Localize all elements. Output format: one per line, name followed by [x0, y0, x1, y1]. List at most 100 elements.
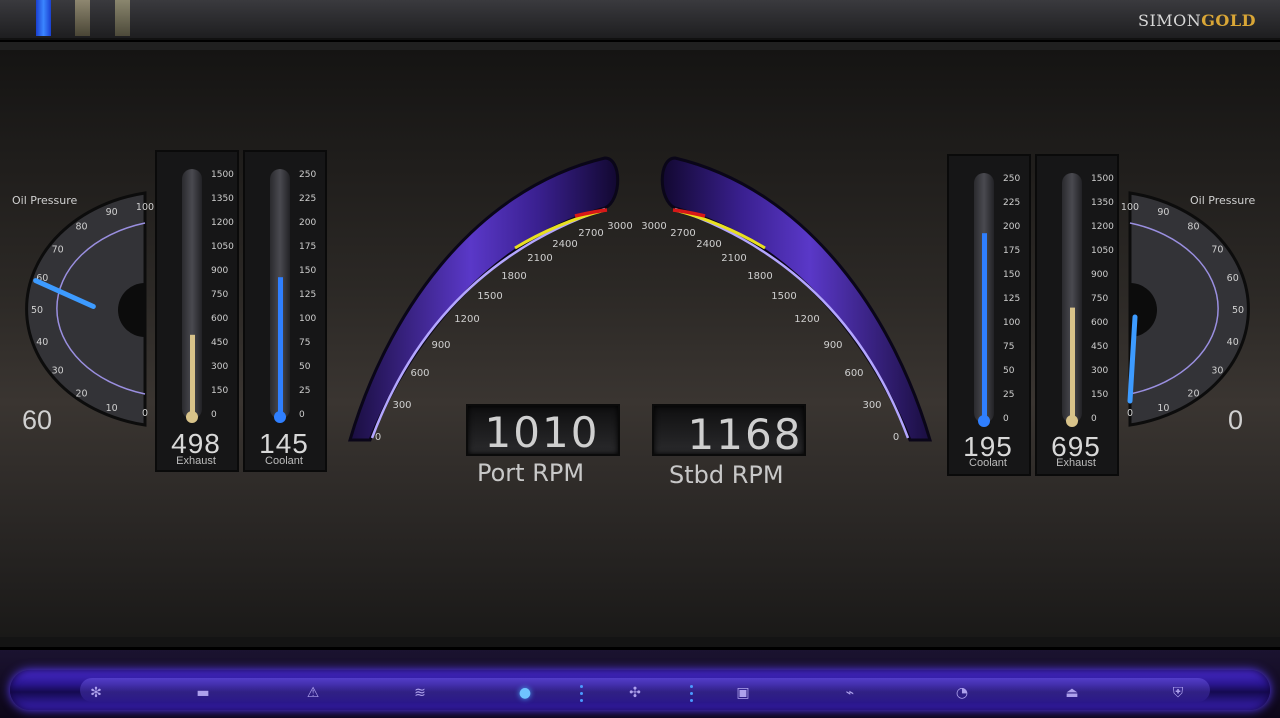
fan-icon[interactable]: ✻ — [85, 681, 107, 705]
right-exhaust-tick: 1200 — [1091, 222, 1114, 232]
port-rpm-tick: 2400 — [552, 239, 577, 250]
stbd-rpm-tick: 1800 — [747, 271, 772, 282]
port-rpm-tick: 3000 — [607, 221, 632, 232]
right-coolant-label: Coolant — [969, 457, 1007, 469]
plug-icon[interactable]: ⌁ — [839, 681, 861, 705]
stbd-rpm-tick: 3000 — [641, 221, 666, 232]
left-coolant-tick: 25 — [299, 386, 310, 396]
right-exhaust-fill — [1070, 307, 1075, 418]
nav-separator — [690, 683, 694, 703]
boat-icon[interactable]: ⏏ — [1061, 681, 1083, 705]
left-coolant-tick: 75 — [299, 338, 310, 348]
left-exhaust-tick: 1500 — [211, 170, 234, 180]
shield-icon[interactable]: ⛨ — [1167, 681, 1189, 705]
oil-tick-label: 70 — [52, 244, 64, 255]
left-exhaust-tick: 300 — [211, 362, 228, 372]
stbd-rpm-tick: 1200 — [794, 314, 819, 325]
left-exhaust-tick: 600 — [211, 314, 228, 324]
propeller-icon[interactable]: ✣ — [624, 681, 646, 705]
left-coolant-label: Coolant — [265, 455, 303, 467]
oil-tick-label: 50 — [31, 305, 43, 316]
oil-tick-label: 70 — [1211, 244, 1223, 255]
gauges-layer: 0 10 20 30 40 50 60 70 80 90 100 0 10 20 30 40 50 60 70 80… — [25, 150, 1250, 476]
oil-tick-label: 50 — [1232, 305, 1244, 316]
oil-tick-label: 100 — [136, 202, 154, 213]
port-rpm-tick: 600 — [410, 368, 429, 379]
left-exhaust-tick: 750 — [211, 290, 228, 300]
stbd-rpm-tick: 600 — [844, 368, 863, 379]
port-rpm-tick: 1500 — [477, 291, 502, 302]
right-exhaust-tick: 750 — [1091, 294, 1108, 304]
oil-tick-label: 10 — [1157, 403, 1169, 414]
oil-tick-label: 0 — [142, 408, 148, 419]
stbd-rpm-tick: 0 — [893, 432, 899, 443]
right-coolant-tick: 250 — [1003, 174, 1020, 184]
stbd-rpm-label: Stbd RPM — [669, 461, 784, 489]
oil-tick-label: 90 — [106, 207, 118, 218]
left-coolant-tick: 50 — [299, 362, 311, 372]
stbd-rpm-arc: 0 300 600 900 1200 1500 1800210024002700 3000 — [641, 156, 933, 443]
engine-icon[interactable]: ▣ — [732, 681, 754, 705]
left-exhaust-tick: 150 — [211, 386, 228, 396]
gauge-active-icon[interactable]: ● — [514, 681, 536, 705]
port-rpm-tick: 2100 — [527, 253, 552, 264]
right-coolant-bulb — [978, 415, 990, 427]
oil-tick-label: 20 — [75, 388, 87, 399]
port-rpm-tick: 2700 — [578, 228, 603, 239]
right-exhaust-tick: 1350 — [1091, 198, 1114, 208]
port-rpm-label: Port RPM — [477, 459, 585, 487]
oil-tick-label: 100 — [1121, 202, 1139, 213]
right-coolant-tick: 100 — [1003, 318, 1020, 328]
oil-tick-label: 30 — [52, 366, 64, 377]
left-exhaust-tick: 1050 — [211, 242, 234, 252]
right-oil-readout: 0 — [1228, 405, 1244, 435]
left-exhaust-tick: 0 — [211, 410, 217, 420]
stbd-rpm-tick: 2100 — [721, 253, 746, 264]
left-exhaust-tick: 1350 — [211, 194, 234, 204]
left-coolant-tick: 225 — [299, 194, 316, 204]
stbd-rpm-value: 1168 — [687, 410, 803, 459]
right-oil-title: Oil Pressure — [1190, 194, 1256, 207]
left-exhaust-fill — [190, 334, 195, 414]
right-oil-pressure-gauge: 0 10 20 30 40 50 60 70 80 90 100 — [1121, 191, 1250, 427]
right-coolant-tick: 125 — [1003, 294, 1020, 304]
stbd-rpm-tick: 2700 — [670, 228, 695, 239]
left-coolant-fill — [278, 277, 283, 414]
oil-tick-label: 80 — [1187, 222, 1199, 233]
left-coolant-tick: 200 — [299, 218, 316, 228]
oil-tick-label: 80 — [75, 222, 87, 233]
right-exhaust-tick: 1050 — [1091, 246, 1114, 256]
stbd-rpm-tick: 900 — [823, 340, 842, 351]
left-oil-readout: 60 — [22, 405, 53, 435]
left-coolant-tick: 150 — [299, 266, 316, 276]
left-oil-title: Oil Pressure — [12, 194, 78, 207]
warning-icon[interactable]: ⚠ — [302, 681, 324, 705]
oil-tick-label: 60 — [1227, 273, 1239, 284]
right-exhaust-tick: 300 — [1091, 366, 1108, 376]
right-exhaust-tick: 1500 — [1091, 174, 1114, 184]
right-exhaust-tick: 600 — [1091, 318, 1108, 328]
left-exhaust-tick: 1200 — [211, 218, 234, 228]
right-exhaust-tick: 450 — [1091, 342, 1108, 352]
left-exhaust-bulb — [186, 411, 198, 423]
port-rpm-tick: 1800 — [501, 271, 526, 282]
port-rpm-tick: 0 — [375, 432, 381, 443]
right-coolant-tick: 175 — [1003, 246, 1020, 256]
left-exhaust-tick: 450 — [211, 338, 228, 348]
stbd-rpm-tick: 300 — [862, 400, 881, 411]
waves-icon[interactable]: ≋ — [409, 681, 431, 705]
battery-icon[interactable]: ▬ — [192, 681, 214, 705]
oil-tick-label: 40 — [1227, 337, 1239, 348]
right-coolant-tick: 225 — [1003, 198, 1020, 208]
right-exhaust-tick: 150 — [1091, 390, 1108, 400]
nav-separator — [580, 683, 584, 703]
left-coolant-tick: 0 — [299, 410, 305, 420]
left-oil-pressure-gauge: 0102030405060708090 100 — [25, 191, 154, 427]
left-coolant-tick: 125 — [299, 290, 316, 300]
oil-tick-label: 0 — [1127, 408, 1133, 419]
pump-icon[interactable]: ◔ — [951, 681, 973, 705]
left-coolant-bulb — [274, 411, 286, 423]
port-rpm-tick: 1200 — [454, 314, 479, 325]
left-exhaust-label: Exhaust — [176, 455, 216, 467]
oil-tick-label: 90 — [1157, 207, 1169, 218]
